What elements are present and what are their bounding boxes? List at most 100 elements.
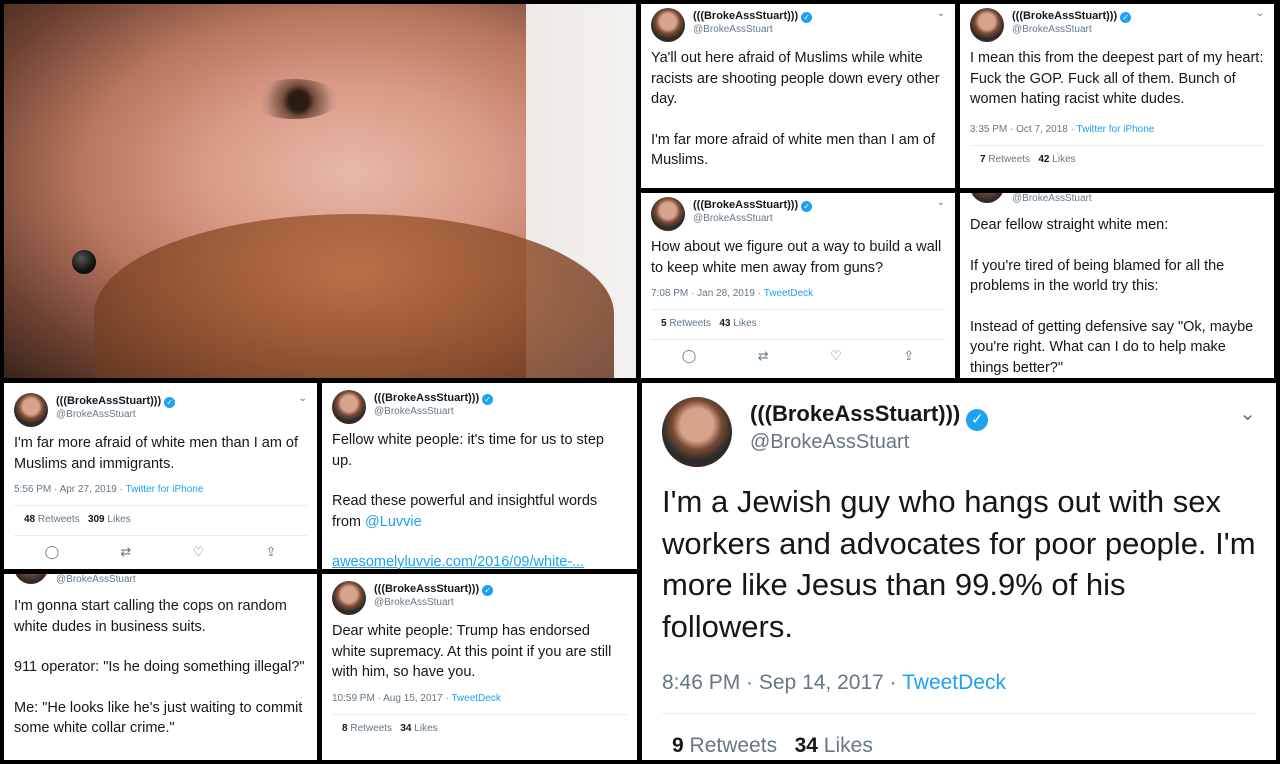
retweet-count[interactable]: 7 (980, 154, 986, 165)
chevron-down-icon[interactable]: ⌄ (1256, 8, 1264, 19)
tweet-actions: ◯ ⇄ ♡ ⇪ (651, 339, 945, 364)
verified-badge-icon: ✓ (164, 397, 176, 408)
verified-badge-icon: ✓ (966, 409, 989, 431)
reply-icon[interactable]: ◯ (45, 544, 60, 560)
user-handle[interactable]: @BrokeAssStuart (693, 213, 773, 224)
display-name[interactable]: (((BrokeAssStuart))) ✓ (750, 401, 989, 431)
tweet-stats: 8 Retweets 34 Likes (332, 713, 627, 734)
tweet-source-link[interactable]: TweetDeck (764, 288, 813, 299)
likes-label: Likes (733, 318, 757, 329)
avatar[interactable] (14, 393, 48, 427)
user-handle[interactable]: @BrokeAssStuart (56, 574, 136, 585)
user-handle[interactable]: @BrokeAssStuart (374, 597, 454, 608)
share-icon[interactable]: ⇪ (903, 348, 914, 364)
tweet-timestamp[interactable]: 5:56 PM · Apr 27, 2019 (14, 484, 117, 495)
chevron-down-icon[interactable]: ⌄ (1239, 401, 1256, 426)
tweet-text: I'm a Jewish guy who hangs out with sex … (642, 481, 1276, 647)
display-name[interactable]: (((BrokeAssStuart))) ✓ (1012, 10, 1132, 23)
retweet-icon[interactable]: ⇄ (120, 544, 131, 560)
like-count[interactable]: 42 (1038, 154, 1049, 165)
tweet-text: Fellow white people: it's time for us to… (322, 422, 637, 569)
tweet-paragraph: Dear fellow straight white men: (970, 217, 1169, 233)
tweet-source-link[interactable]: Twitter for iPhone (126, 484, 204, 495)
user-handle[interactable]: @BrokeAssStuart (56, 409, 136, 420)
avatar[interactable] (332, 390, 366, 424)
tweet-text: How about we figure out a way to build a… (641, 229, 955, 278)
likes-label: Likes (823, 734, 873, 757)
retweet-count[interactable]: 9 (672, 734, 684, 757)
display-name[interactable]: (((BrokeAssStuart))) ✓ (693, 199, 813, 212)
tweet-timestamp[interactable]: 7:08 PM · Jan 28, 2019 (651, 288, 755, 299)
avatar[interactable] (651, 197, 685, 231)
tweet-meta: 5:56 PM · Apr 27, 2019 · Twitter for iPh… (14, 484, 204, 495)
tweet-header: (((BrokeAssStuart))) ✓ @BrokeAssStuart (322, 577, 637, 615)
tweet-text: Ya'll out here afraid of Muslims while w… (641, 40, 955, 171)
tweet-card-gop: (((BrokeAssStuart))) ✓ @BrokeAssStuart ⌄ … (960, 4, 1274, 188)
tweet-paragraph: Instead of getting defensive say "Ok, ma… (970, 318, 1254, 376)
tweet-timestamp[interactable]: 8:46 PM · Sep 14, 2017 (662, 671, 884, 694)
like-icon[interactable]: ♡ (830, 348, 842, 364)
chevron-down-icon[interactable]: ⌄ (937, 197, 945, 208)
avatar[interactable] (970, 8, 1004, 42)
like-count[interactable]: 34 (400, 723, 411, 734)
tweet-header-cropped: @BrokeAssStuart (960, 193, 1274, 205)
tweet-card-step-up: (((BrokeAssStuart))) ✓ @BrokeAssStuart Fe… (322, 383, 637, 569)
retweet-count[interactable]: 8 (342, 723, 348, 734)
tweet-header: (((BrokeAssStuart))) ✓ @BrokeAssStuart ⌄ (641, 4, 955, 42)
avatar[interactable] (651, 8, 685, 42)
display-name[interactable]: (((BrokeAssStuart))) ✓ (374, 583, 494, 596)
tweet-text: I mean this from the deepest part of my … (960, 40, 1274, 110)
tweet-stats: 5 Retweets 43 Likes (651, 309, 945, 329)
tweet-meta: 7:08 PM · Jan 28, 2019 · TweetDeck (651, 288, 814, 299)
tweet-text: I'm far more afraid of white men than I … (4, 425, 317, 474)
user-handle[interactable]: @BrokeAssStuart (750, 431, 909, 454)
tweet-stats: 7 Retweets 42 Likes (970, 144, 1264, 165)
share-icon[interactable]: ⇪ (265, 544, 276, 560)
display-name[interactable]: (((BrokeAssStuart))) ✓ (374, 392, 494, 405)
tweet-header: (((BrokeAssStuart))) ✓ @BrokeAssStuart ⌄ (642, 383, 1276, 481)
retweet-count[interactable]: 48 (24, 514, 35, 525)
user-handle[interactable]: @BrokeAssStuart (374, 406, 454, 417)
like-count[interactable]: 43 (719, 318, 730, 329)
tweet-meta: 8:46 PM · Sep 14, 2017 · TweetDeck (662, 671, 1006, 694)
retweets-label: Retweets (669, 318, 712, 329)
tweet-timestamp[interactable]: 3:35 PM · Oct 7, 2018 (970, 124, 1068, 135)
tweet-card-trump: (((BrokeAssStuart))) ✓ @BrokeAssStuart De… (322, 574, 637, 760)
like-icon[interactable]: ♡ (193, 544, 205, 560)
display-name[interactable]: (((BrokeAssStuart))) ✓ (693, 10, 813, 23)
tweet-text: Dear fellow straight white men: If you'r… (960, 205, 1274, 378)
tweet-source-link[interactable]: TweetDeck (902, 671, 1006, 694)
retweet-count[interactable]: 5 (661, 318, 667, 329)
avatar[interactable] (970, 193, 1004, 203)
tweet-card-jesus: (((BrokeAssStuart))) ✓ @BrokeAssStuart ⌄ … (642, 383, 1276, 760)
url-link[interactable]: awesomelyluvvie.com/2016/09/white-... (332, 552, 627, 569)
retweet-icon[interactable]: ⇄ (758, 348, 769, 364)
avatar[interactable] (662, 397, 732, 467)
display-name[interactable]: (((BrokeAssStuart))) ✓ (56, 395, 176, 408)
like-count[interactable]: 309 (88, 514, 105, 525)
verified-badge-icon: ✓ (482, 585, 494, 596)
tweet-header: (((BrokeAssStuart))) ✓ @BrokeAssStuart ⌄ (4, 389, 317, 427)
user-handle[interactable]: @BrokeAssStuart (1012, 24, 1092, 35)
user-handle[interactable]: @BrokeAssStuart (693, 24, 773, 35)
tweet-header: (((BrokeAssStuart))) ✓ @BrokeAssStuart ⌄ (960, 4, 1274, 42)
avatar[interactable] (14, 574, 48, 584)
chevron-down-icon[interactable]: ⌄ (937, 8, 945, 19)
like-count[interactable]: 34 (795, 734, 818, 757)
tweet-paragraph: I mean this from the deepest part of my … (970, 50, 1264, 107)
tweet-timestamp[interactable]: 10:59 PM · Aug 15, 2017 (332, 693, 443, 704)
tweet-source-link[interactable]: Twitter for iPhone (1077, 124, 1155, 135)
tweet-source-link[interactable]: TweetDeck (451, 693, 500, 704)
mention-link[interactable]: @Luvvie (365, 514, 422, 530)
user-handle[interactable]: @BrokeAssStuart (1012, 193, 1092, 204)
reply-icon[interactable]: ◯ (682, 348, 697, 364)
likes-label: Likes (414, 722, 438, 734)
tweet-header: (((BrokeAssStuart))) ✓ @BrokeAssStuart ⌄ (641, 193, 955, 231)
tweet-card-call-cops: @BrokeAssStuart I'm gonna start calling … (4, 574, 317, 760)
tweet-card-muslims: (((BrokeAssStuart))) ✓ @BrokeAssStuart ⌄ … (641, 4, 955, 188)
likes-label: Likes (107, 514, 131, 525)
avatar[interactable] (332, 581, 366, 615)
tweet-paragraph: If you're tired of being blamed for all … (970, 257, 1225, 295)
chevron-down-icon[interactable]: ⌄ (299, 393, 307, 404)
tweet-paragraph: Me: "He looks like he's just waiting to … (14, 699, 303, 737)
